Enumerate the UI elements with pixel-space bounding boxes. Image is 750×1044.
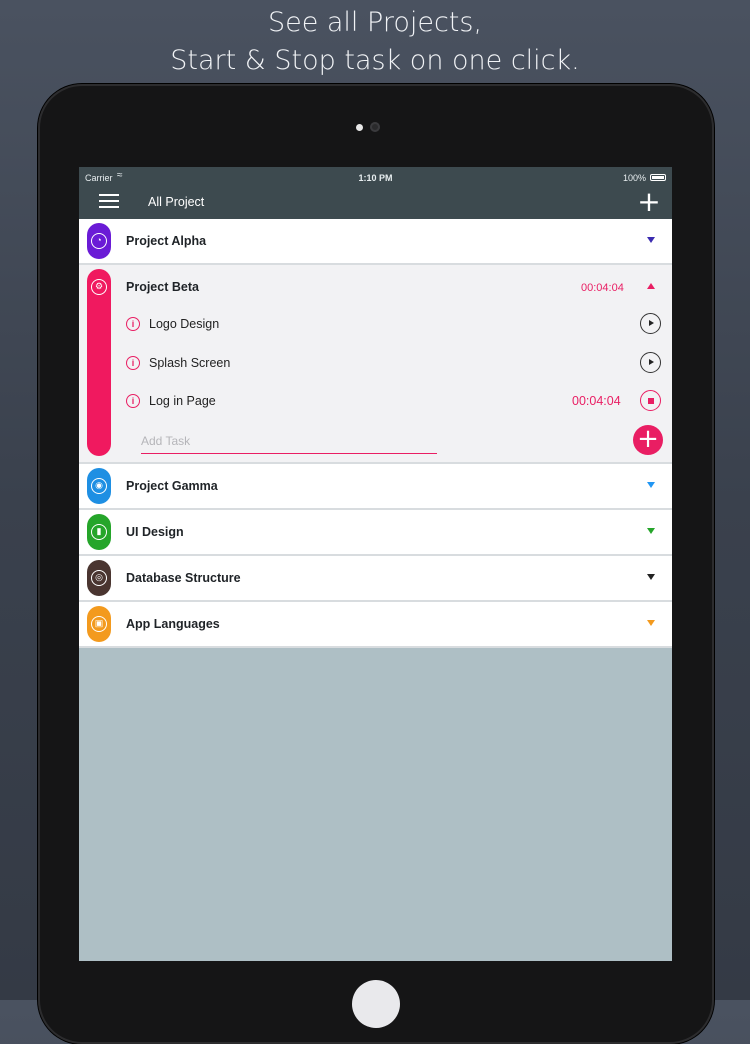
- app-screen: Carrier ≈ 1:10 PM 100% All Project + ◔ P…: [79, 167, 672, 961]
- add-task-input[interactable]: [141, 429, 437, 454]
- battery-percent: 100%: [622, 173, 646, 183]
- info-icon[interactable]: i: [126, 356, 140, 370]
- navigation-bar: Carrier ≈ 1:10 PM 100% All Project +: [79, 167, 672, 219]
- project-name: App Languages: [126, 617, 220, 631]
- task-row-splash-screen[interactable]: i Splash Screen: [126, 352, 666, 376]
- project-color-tag: ▮: [87, 514, 111, 550]
- task-row-logo-design[interactable]: i Logo Design: [126, 313, 666, 337]
- task-timer: 00:04:04: [572, 394, 621, 408]
- task-row-log-in-page[interactable]: i Log in Page 00:04:04: [126, 390, 666, 414]
- project-color-tag: ⚙: [87, 269, 111, 456]
- project-row-ui-design[interactable]: ▮ UI Design: [79, 510, 672, 556]
- chevron-up-icon[interactable]: [647, 283, 655, 289]
- camera-icon: ◉: [91, 478, 107, 494]
- promo-headline: See all Projects, Start & Stop task on o…: [0, 4, 750, 80]
- play-button[interactable]: [640, 352, 661, 373]
- add-task-button[interactable]: +: [633, 425, 663, 455]
- project-timer: 00:04:04: [581, 282, 624, 294]
- info-icon[interactable]: i: [126, 394, 140, 408]
- gear-icon: ⚙: [91, 279, 107, 295]
- bar-chart-icon: ▮: [91, 524, 107, 540]
- add-project-button[interactable]: +: [637, 188, 661, 216]
- briefcase-icon: ▣: [91, 616, 107, 632]
- project-row-app-languages[interactable]: ▣ App Languages: [79, 602, 672, 648]
- task-name: Log in Page: [149, 394, 216, 408]
- front-sensor: [356, 124, 363, 131]
- chevron-down-icon[interactable]: [647, 528, 655, 534]
- task-name: Splash Screen: [149, 356, 231, 370]
- task-name: Logo Design: [149, 317, 220, 331]
- project-name: UI Design: [126, 525, 184, 539]
- headline-line-2: Start & Stop task on one click.: [170, 45, 580, 76]
- project-color-tag: ▣: [87, 606, 111, 642]
- clock: 1:10 PM: [358, 173, 393, 183]
- front-camera: [370, 122, 380, 132]
- headline-line-1: See all Projects,: [267, 7, 483, 38]
- project-name: Project Beta: [126, 280, 199, 294]
- project-row-database-structure[interactable]: ◎ Database Structure: [79, 556, 672, 602]
- chevron-down-icon[interactable]: [647, 482, 655, 488]
- project-row-beta[interactable]: ⚙ Project Beta 00:04:04 i Logo Design i …: [79, 265, 672, 464]
- project-color-tag: ◉: [87, 468, 111, 504]
- project-list: ◔ Project Alpha ⚙ Project Beta 00:04:04 …: [79, 219, 672, 648]
- hamburger-menu-icon[interactable]: [99, 193, 121, 211]
- chevron-down-icon[interactable]: [647, 574, 655, 580]
- project-row-gamma[interactable]: ◉ Project Gamma: [79, 464, 672, 510]
- project-name: Database Structure: [126, 571, 241, 585]
- play-button[interactable]: [640, 313, 661, 334]
- project-name: Project Gamma: [126, 479, 218, 493]
- battery-icon: [650, 174, 666, 181]
- home-button[interactable]: [352, 980, 400, 1028]
- project-row-alpha[interactable]: ◔ Project Alpha: [79, 219, 672, 265]
- status-bar: Carrier ≈ 1:10 PM 100%: [79, 167, 672, 187]
- project-name: Project Alpha: [126, 234, 207, 248]
- stop-button[interactable]: [640, 390, 661, 411]
- chart-icon: ◔: [91, 233, 107, 249]
- chevron-down-icon[interactable]: [647, 237, 655, 243]
- project-color-tag: ◎: [87, 560, 111, 596]
- page-title: All Project: [148, 195, 205, 209]
- chevron-down-icon[interactable]: [647, 620, 655, 626]
- project-color-tag: ◔: [87, 223, 111, 259]
- globe-icon: ◎: [91, 570, 107, 586]
- info-icon[interactable]: i: [126, 317, 140, 331]
